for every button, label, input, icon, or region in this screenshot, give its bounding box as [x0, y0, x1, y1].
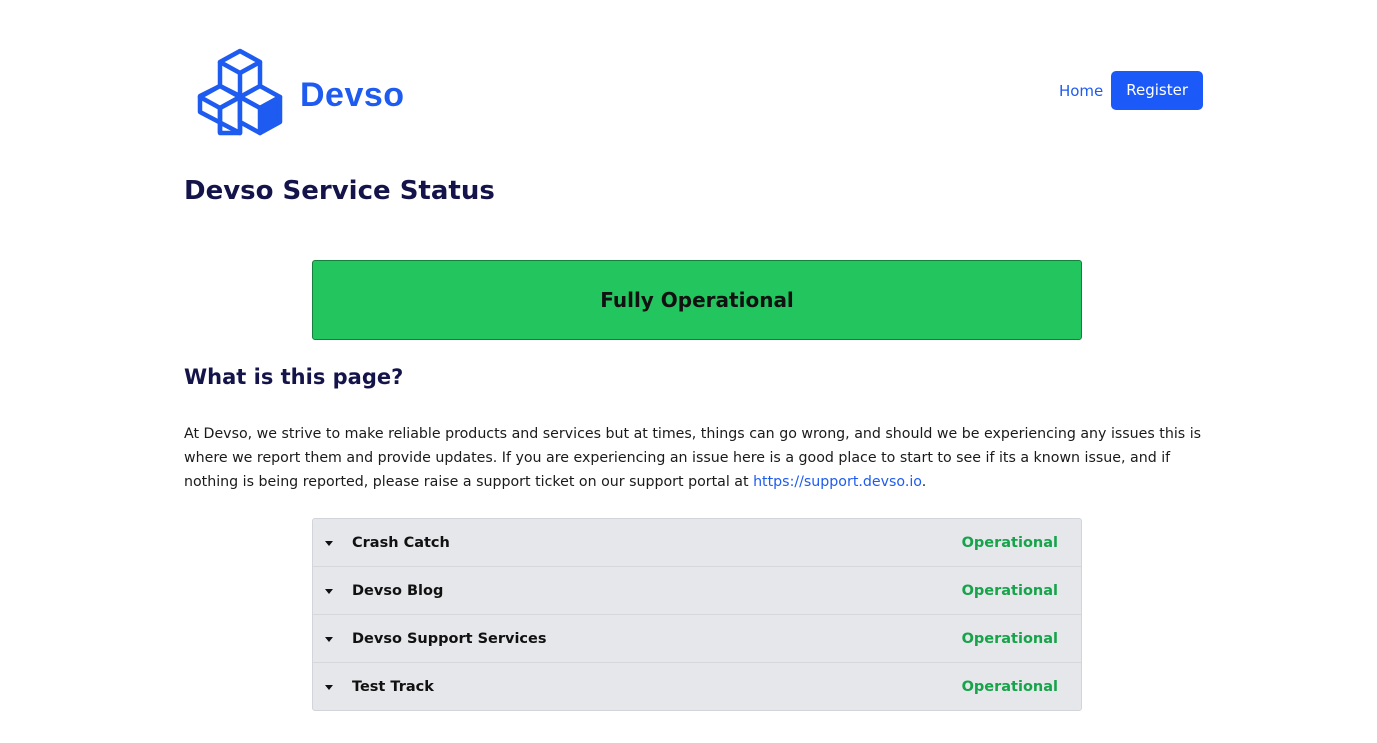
about-text: At Devso, we strive to make reliable pro… [184, 426, 1202, 490]
service-name: Devso Blog [352, 582, 444, 599]
about-heading: What is this page? [184, 365, 404, 389]
about-paragraph: At Devso, we strive to make reliable pro… [184, 422, 1214, 494]
caret-down-icon [325, 685, 333, 690]
caret-down-icon [325, 589, 333, 594]
service-name: Test Track [352, 678, 434, 695]
service-row-devso-support-services[interactable]: Devso Support Services Operational [313, 614, 1081, 662]
service-status: Operational [961, 630, 1058, 647]
top-nav: Home Register [1059, 71, 1203, 110]
service-status: Operational [961, 534, 1058, 551]
page-title: Devso Service Status [184, 176, 495, 206]
about-suffix: . [921, 474, 927, 490]
stacked-cubes-icon [197, 48, 283, 136]
site-header: Devso Home Register [184, 46, 1203, 138]
service-name: Crash Catch [352, 534, 450, 551]
caret-down-icon [325, 637, 333, 642]
service-name: Devso Support Services [352, 630, 547, 647]
brand-name: Devso [300, 75, 405, 114]
services-list: Crash Catch Operational Devso Blog Opera… [312, 518, 1082, 711]
service-status: Operational [961, 582, 1058, 599]
brand-logo-link[interactable]: Devso [196, 46, 405, 138]
service-row-devso-blog[interactable]: Devso Blog Operational [313, 566, 1081, 614]
overall-status-banner: Fully Operational [312, 260, 1082, 340]
support-portal-link[interactable]: https://support.devso.io [753, 474, 922, 490]
overall-status-label: Fully Operational [600, 288, 794, 312]
service-row-crash-catch[interactable]: Crash Catch Operational [313, 519, 1081, 566]
service-row-test-track[interactable]: Test Track Operational [313, 662, 1081, 710]
status-page: Devso Home Register Devso Service Status… [0, 0, 1377, 743]
caret-down-icon [325, 541, 333, 546]
nav-home-link[interactable]: Home [1059, 82, 1103, 100]
register-button[interactable]: Register [1111, 71, 1203, 110]
service-status: Operational [961, 678, 1058, 695]
